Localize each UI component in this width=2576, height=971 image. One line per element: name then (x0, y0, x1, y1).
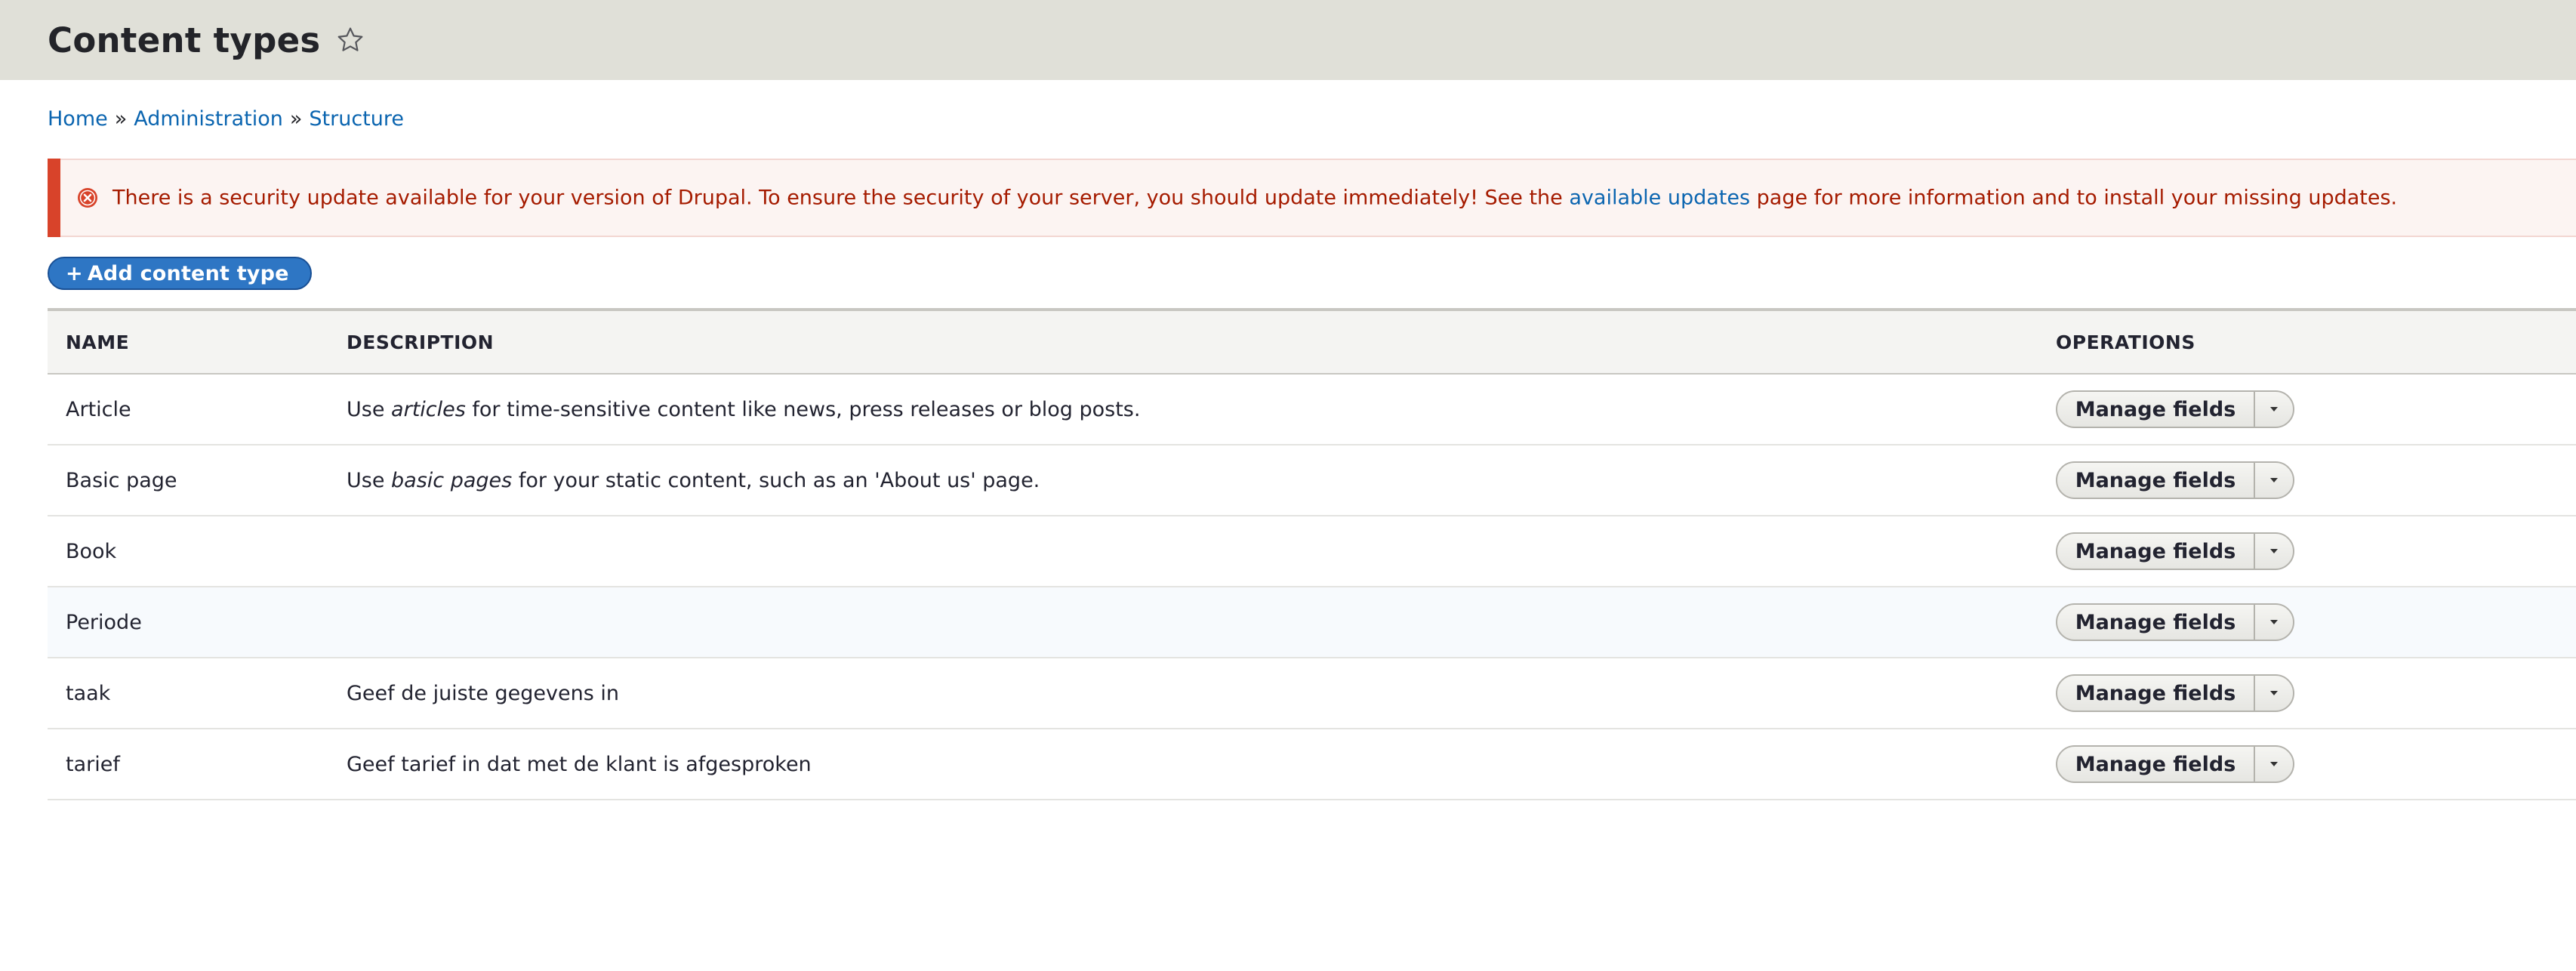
breadcrumb-home[interactable]: Home (48, 107, 108, 131)
table-header-row: NAME DESCRIPTION OPERATIONS (48, 308, 2576, 375)
plus-icon: + (66, 261, 83, 285)
content-types-table: NAME DESCRIPTION OPERATIONS Article Use … (48, 308, 2576, 800)
content-type-description: Geef tarief in dat met de klant is afges… (347, 729, 2056, 800)
description-emphasis: articles (391, 397, 466, 421)
content-type-description (347, 587, 2056, 658)
chevron-down-icon[interactable] (2255, 747, 2293, 781)
breadcrumb-administration[interactable]: Administration (134, 107, 283, 131)
content-type-description (347, 516, 2056, 587)
error-circle-icon (76, 186, 99, 209)
breadcrumb: Home» Administration» Structure (48, 107, 404, 131)
security-alert: There is a security update available for… (48, 159, 2576, 237)
operations-cell: Manage fields (2056, 587, 2576, 658)
content-type-name: Book (48, 516, 347, 587)
table-row: Article Use articles for time-sensitive … (48, 374, 2576, 445)
manage-fields-button[interactable]: Manage fields (2057, 463, 2255, 498)
manage-fields-button[interactable]: Manage fields (2057, 676, 2255, 711)
operations-dropbutton: Manage fields (2056, 532, 2294, 570)
content-type-name: Periode (48, 587, 347, 658)
breadcrumb-structure[interactable]: Structure (309, 107, 404, 131)
table-row: Basic page Use basic pages for your stat… (48, 445, 2576, 516)
manage-fields-button[interactable]: Manage fields (2057, 392, 2255, 427)
alert-accent-bar (48, 159, 60, 237)
description-text: Geef tarief in dat met de klant is afges… (347, 752, 812, 776)
operations-dropbutton: Manage fields (2056, 603, 2294, 641)
breadcrumb-separator: » (114, 107, 128, 131)
table-row: tarief Geef tarief in dat met de klant i… (48, 729, 2576, 800)
content-type-name: Basic page (48, 445, 347, 516)
chevron-down-icon[interactable] (2255, 605, 2293, 640)
manage-fields-button[interactable]: Manage fields (2057, 534, 2255, 569)
operations-dropbutton: Manage fields (2056, 390, 2294, 428)
operations-cell: Manage fields (2056, 516, 2576, 587)
description-text: Use (347, 397, 385, 421)
description-text: for your static content, such as an 'Abo… (518, 468, 1040, 492)
chevron-down-icon[interactable] (2255, 392, 2293, 427)
table-row: Book Manage fields (48, 516, 2576, 587)
column-header-operations: OPERATIONS (2056, 308, 2576, 375)
description-emphasis: basic pages (391, 468, 513, 492)
content-type-description: Use basic pages for your static content,… (347, 445, 2056, 516)
content-type-name: Article (48, 374, 347, 445)
page-header: Content types (0, 0, 2576, 80)
operations-dropbutton: Manage fields (2056, 745, 2294, 783)
operations-dropbutton: Manage fields (2056, 461, 2294, 499)
table-row: Periode Manage fields (48, 587, 2576, 658)
operations-cell: Manage fields (2056, 658, 2576, 729)
alert-text-after: page for more information and to install… (1756, 186, 2398, 210)
breadcrumb-separator: » (289, 107, 303, 131)
alert-message: There is a security update available for… (112, 186, 2397, 210)
column-header-description: DESCRIPTION (347, 308, 2056, 375)
chevron-down-icon[interactable] (2255, 463, 2293, 498)
add-content-type-label: Add content type (87, 261, 289, 285)
operations-cell: Manage fields (2056, 729, 2576, 800)
chevron-down-icon[interactable] (2255, 676, 2293, 711)
manage-fields-button[interactable]: Manage fields (2057, 747, 2255, 781)
star-outline-icon[interactable] (334, 23, 367, 57)
description-text: Geef de juiste gegevens in (347, 681, 619, 705)
operations-cell: Manage fields (2056, 374, 2576, 445)
content-type-description: Use articles for time-sensitive content … (347, 374, 2056, 445)
alert-text-before: There is a security update available for… (112, 186, 1563, 210)
description-text: for time-sensitive content like news, pr… (472, 397, 1141, 421)
add-content-type-button[interactable]: + Add content type (48, 257, 312, 290)
content-type-name: taak (48, 658, 347, 729)
page-title: Content types (48, 20, 321, 60)
available-updates-link[interactable]: available updates (1569, 186, 1750, 210)
operations-cell: Manage fields (2056, 445, 2576, 516)
operations-dropbutton: Manage fields (2056, 674, 2294, 712)
chevron-down-icon[interactable] (2255, 534, 2293, 569)
content-type-name: tarief (48, 729, 347, 800)
description-text: Use (347, 468, 385, 492)
manage-fields-button[interactable]: Manage fields (2057, 605, 2255, 640)
table-row: taak Geef de juiste gegevens in Manage f… (48, 658, 2576, 729)
column-header-name: NAME (48, 308, 347, 375)
content-type-description: Geef de juiste gegevens in (347, 658, 2056, 729)
